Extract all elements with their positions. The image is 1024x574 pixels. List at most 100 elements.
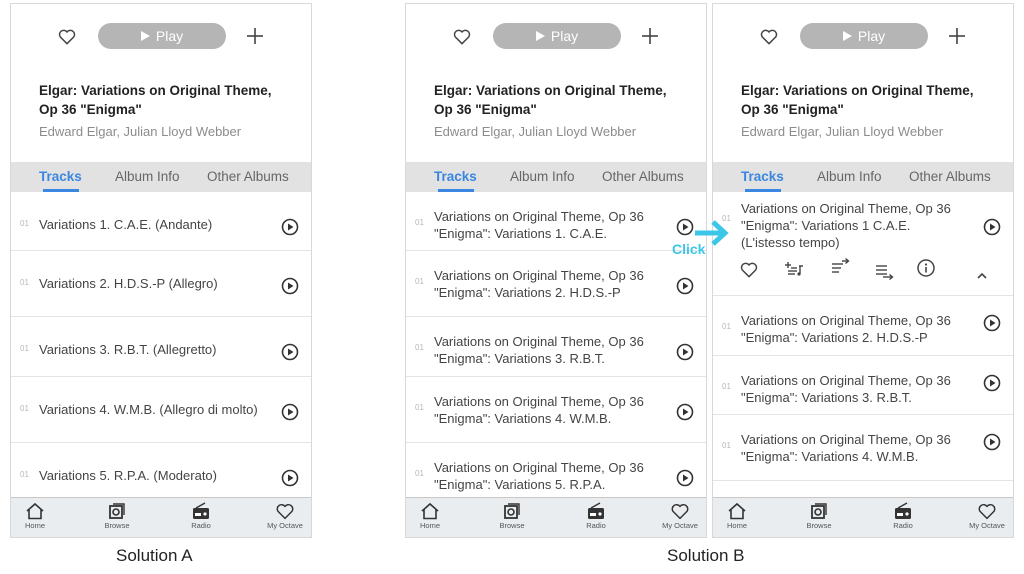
play-track-icon[interactable] bbox=[281, 403, 299, 421]
track-number: 01 bbox=[415, 218, 424, 227]
tab-other-albums[interactable]: Other Albums bbox=[602, 169, 684, 184]
track-title-line: "Enigma": Variations 1. C.A.E. bbox=[434, 226, 608, 241]
track-title: Variations on Original Theme, Op 36 "Enig… bbox=[741, 431, 961, 465]
tab-tracks[interactable]: Tracks bbox=[741, 169, 784, 184]
track-number: 01 bbox=[20, 470, 29, 479]
tab-album-info[interactable]: Album Info bbox=[510, 169, 575, 184]
favorite-album-heart-icon[interactable] bbox=[452, 27, 472, 47]
track-title-line: Variations on Original Theme, Op 36 bbox=[434, 209, 644, 224]
nav-my-octave[interactable]: My Octave bbox=[650, 502, 706, 530]
album-artist: Edward Elgar, Julian Lloyd Webber bbox=[741, 124, 944, 139]
track-title: Variations on Original Theme, Op 36 "Enig… bbox=[434, 393, 654, 427]
track-row[interactable]: 01 Variations 4. W.M.B. (Allegro di molto… bbox=[11, 377, 311, 443]
track-title: Variations 5. R.P.A. (Moderato) bbox=[39, 467, 259, 484]
nav-label: Home bbox=[726, 521, 747, 530]
heart-icon[interactable] bbox=[739, 260, 761, 282]
track-title: Variations on Original Theme, Op 36 "Enig… bbox=[741, 200, 961, 251]
album-title: Elgar: Variations on Original Theme, Op 3… bbox=[434, 81, 684, 119]
play-track-icon[interactable] bbox=[281, 277, 299, 295]
track-row[interactable]: 01 Variations on Original Theme, Op 36 "En… bbox=[713, 356, 1013, 415]
play-button-label: Play bbox=[857, 28, 886, 44]
play-track-icon[interactable] bbox=[281, 218, 299, 236]
track-title-line: "Enigma": Variations 5. R.P.A. bbox=[434, 477, 606, 492]
tab-other-albums[interactable]: Other Albums bbox=[207, 169, 289, 184]
play-track-icon[interactable] bbox=[676, 403, 694, 421]
album-title-line1: Elgar: Variations on Original Theme, bbox=[741, 83, 974, 98]
album-title-line2: Op 36 "Enigma" bbox=[741, 102, 844, 117]
tab-bar: Tracks Album Info Other Albums bbox=[713, 162, 1013, 192]
track-row[interactable]: 01 Variations on Original Theme, Op 36 "En… bbox=[406, 251, 706, 317]
play-track-icon[interactable] bbox=[983, 374, 1001, 392]
track-number: 01 bbox=[20, 219, 29, 228]
track-title-line: "Enigma": Variations 4. W.M.B. bbox=[434, 411, 612, 426]
track-row[interactable]: 01 Variations on Original Theme, Op 36 "En… bbox=[406, 192, 706, 251]
album-title-line1: Elgar: Variations on Original Theme, bbox=[39, 83, 272, 98]
play-track-icon[interactable] bbox=[676, 469, 694, 487]
track-title-line: Variations on Original Theme, Op 36 bbox=[434, 394, 644, 409]
nav-home[interactable]: Home bbox=[406, 502, 460, 530]
add-to-playlist-icon[interactable] bbox=[783, 258, 805, 280]
track-title-line: Variations on Original Theme, Op 36 bbox=[741, 432, 951, 447]
nav-heart-icon bbox=[255, 502, 311, 520]
add-plus-icon[interactable] bbox=[947, 26, 967, 46]
nav-browse-icon bbox=[87, 502, 147, 520]
track-row[interactable]: 01 Variations 2. H.D.S.-P (Allegro) bbox=[11, 251, 311, 317]
track-actions bbox=[713, 256, 1013, 286]
nav-home[interactable]: Home bbox=[713, 502, 767, 530]
add-to-queue-icon[interactable] bbox=[873, 259, 895, 281]
nav-my-octave[interactable]: My Octave bbox=[957, 502, 1013, 530]
favorite-album-heart-icon[interactable] bbox=[759, 27, 779, 47]
play-track-icon[interactable] bbox=[983, 314, 1001, 332]
play-track-icon[interactable] bbox=[983, 433, 1001, 451]
play-track-icon[interactable] bbox=[676, 277, 694, 295]
play-track-icon[interactable] bbox=[281, 469, 299, 487]
play-track-icon[interactable] bbox=[281, 343, 299, 361]
track-number: 01 bbox=[415, 343, 424, 352]
favorite-album-heart-icon[interactable] bbox=[57, 27, 77, 47]
add-plus-icon[interactable] bbox=[245, 26, 265, 46]
nav-radio[interactable]: Radio bbox=[566, 502, 626, 530]
track-title: Variations 4. W.M.B. (Allegro di molto) bbox=[39, 401, 259, 418]
expanded-track-row[interactable]: 01 Variations on Original Theme, Op 36 "En… bbox=[713, 192, 1013, 296]
play-album-button[interactable]: Play bbox=[800, 23, 928, 49]
tab-tracks[interactable]: Tracks bbox=[434, 169, 477, 184]
nav-browse[interactable]: Browse bbox=[789, 502, 849, 530]
nav-my-octave[interactable]: My Octave bbox=[255, 502, 311, 530]
tab-album-info[interactable]: Album Info bbox=[817, 169, 882, 184]
track-row[interactable]: 01 Variations 5. R.P.A. (Moderato) bbox=[11, 443, 311, 503]
nav-label: Browse bbox=[806, 521, 832, 530]
track-row[interactable]: 01 Variations on Original Theme, Op 36 "En… bbox=[406, 377, 706, 443]
track-title: Variations 3. R.B.T. (Allegretto) bbox=[39, 341, 259, 358]
nav-browse[interactable]: Browse bbox=[482, 502, 542, 530]
tab-tracks[interactable]: Tracks bbox=[39, 169, 82, 184]
nav-home[interactable]: Home bbox=[11, 502, 65, 530]
album-title: Elgar: Variations on Original Theme, Op 3… bbox=[741, 81, 991, 119]
nav-browse-icon bbox=[789, 502, 849, 520]
chevron-up-icon[interactable] bbox=[971, 264, 993, 286]
track-title: Variations on Original Theme, Op 36 "Enig… bbox=[434, 208, 654, 242]
nav-radio[interactable]: Radio bbox=[873, 502, 933, 530]
play-track-icon[interactable] bbox=[676, 343, 694, 361]
track-row[interactable]: 01 Variations on Original Theme, Op 36 "En… bbox=[713, 296, 1013, 356]
nav-label: Radio bbox=[893, 521, 913, 530]
play-track-icon[interactable] bbox=[983, 218, 1001, 236]
track-row[interactable]: 01 Variations 3. R.B.T. (Allegretto) bbox=[11, 317, 311, 377]
track-row[interactable]: 01 Variations 1. C.A.E. (Andante) bbox=[11, 192, 311, 251]
tab-other-albums[interactable]: Other Albums bbox=[909, 169, 991, 184]
play-track-icon[interactable] bbox=[676, 218, 694, 236]
info-icon[interactable] bbox=[915, 258, 937, 280]
track-row[interactable]: 01 Variations on Original Theme, Op 36 "En… bbox=[406, 317, 706, 377]
add-plus-icon[interactable] bbox=[640, 26, 660, 46]
nav-radio[interactable]: Radio bbox=[171, 502, 231, 530]
play-next-icon[interactable] bbox=[829, 256, 851, 278]
play-album-button[interactable]: Play bbox=[493, 23, 621, 49]
track-row[interactable]: 01 Variations on Original Theme, Op 36 "En… bbox=[406, 443, 706, 503]
tab-album-info[interactable]: Album Info bbox=[115, 169, 180, 184]
bottom-nav: Home Browse Radio My Octave bbox=[713, 497, 1013, 537]
track-row[interactable]: 01 Variations on Original Theme, Op 36 "En… bbox=[713, 415, 1013, 481]
nav-label: My Octave bbox=[662, 521, 698, 530]
nav-browse[interactable]: Browse bbox=[87, 502, 147, 530]
play-triangle-icon bbox=[535, 31, 545, 41]
play-album-button[interactable]: Play bbox=[98, 23, 226, 49]
nav-label: Browse bbox=[104, 521, 130, 530]
